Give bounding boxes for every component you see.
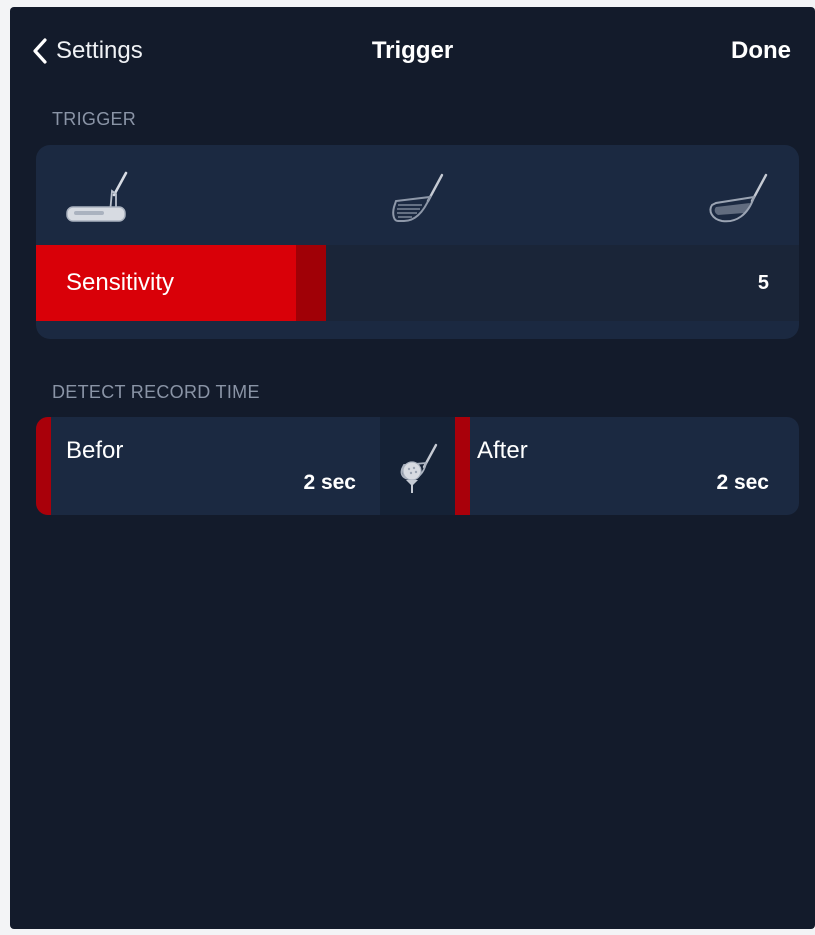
driver-icon[interactable] bbox=[704, 167, 770, 227]
before-time-control[interactable]: Befor 2 sec bbox=[36, 417, 380, 515]
golf-club-tee-icon bbox=[394, 441, 442, 500]
club-selector bbox=[36, 145, 799, 245]
trigger-section-header: TRIGGER bbox=[52, 109, 137, 129]
after-time-handle[interactable] bbox=[455, 417, 470, 515]
iron-icon[interactable] bbox=[384, 167, 450, 227]
after-value: 2 sec bbox=[716, 471, 769, 494]
before-time-handle[interactable] bbox=[36, 417, 51, 515]
center-divider bbox=[380, 417, 455, 515]
record-time-card: Befor 2 sec After 2 sec bbox=[36, 417, 799, 515]
before-value: 2 sec bbox=[303, 471, 356, 494]
back-button[interactable]: Settings bbox=[32, 35, 143, 67]
sensitivity-label: Sensitivity bbox=[66, 269, 175, 296]
before-label: Befor bbox=[66, 437, 124, 464]
trigger-card: Sensitivity 5 bbox=[36, 145, 799, 339]
chevron-left-icon bbox=[32, 37, 48, 65]
sensitivity-slider-handle[interactable] bbox=[296, 245, 326, 321]
after-time-control[interactable]: After 2 sec bbox=[455, 417, 799, 515]
putter-icon[interactable] bbox=[64, 167, 130, 227]
record-time-section-header: DETECT RECORD TIME bbox=[52, 382, 260, 402]
sensitivity-slider[interactable]: Sensitivity 5 bbox=[36, 245, 799, 321]
done-button[interactable]: Done bbox=[731, 35, 791, 67]
sensitivity-value: 5 bbox=[757, 272, 769, 294]
back-button-label: Settings bbox=[56, 37, 143, 64]
after-label: After bbox=[477, 437, 528, 464]
trigger-settings-screen: Settings Trigger Done TRIGGER Sensitivit… bbox=[10, 7, 815, 929]
